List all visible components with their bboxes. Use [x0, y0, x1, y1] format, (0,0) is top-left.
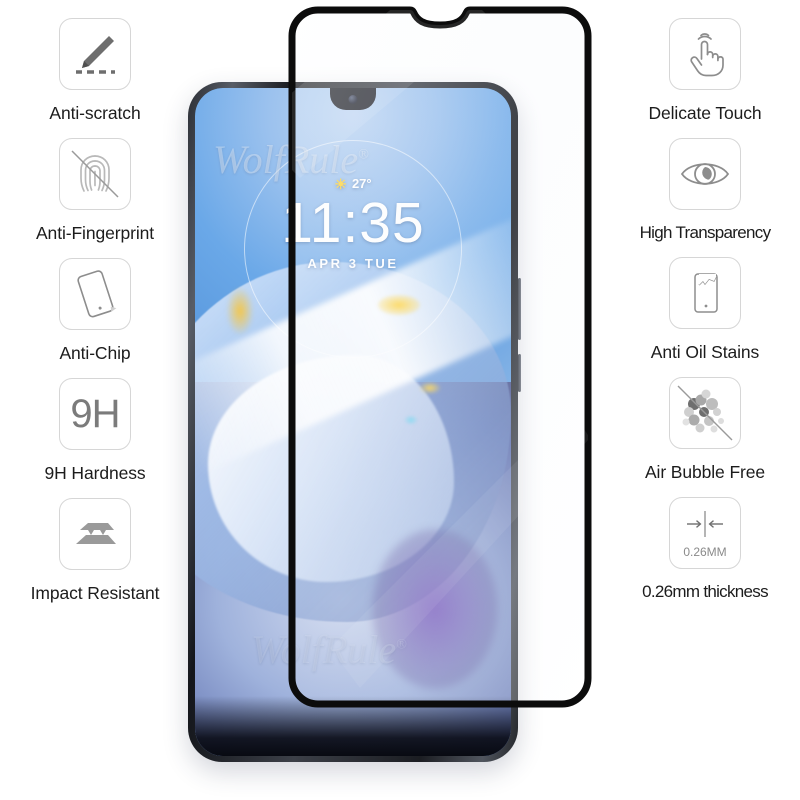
- feature-high-transparency: High Transparency: [610, 138, 800, 243]
- feature-label: Anti-scratch: [49, 103, 141, 123]
- wallpaper-yellow-accent-3: [226, 288, 253, 335]
- touch-hand-icon: [669, 18, 741, 90]
- phone-screen: ☀ 27° 11:35 APR 3 TUE WolfRule® WolfRule…: [195, 88, 511, 756]
- hardness-9h-text: 9H: [70, 392, 120, 436]
- clock-date: APR 3 TUE: [307, 255, 399, 271]
- feature-label: Anti-Chip: [59, 343, 131, 363]
- front-camera-icon: [348, 95, 358, 104]
- feature-label: Anti-Fingerprint: [35, 223, 155, 243]
- product-feature-collage: Anti-scratch Anti-Fingerprint Anti-Chip …: [0, 0, 800, 800]
- feature-delicate-touch: Delicate Touch: [610, 18, 800, 124]
- power-button[interactable]: [518, 354, 521, 392]
- wallpaper-purple-accent: [371, 528, 499, 690]
- feature-label: 9H Hardness: [44, 463, 146, 483]
- feature-label: Delicate Touch: [648, 103, 762, 123]
- feature-air-bubble-free: Air Bubble Free: [610, 377, 800, 483]
- wallpaper-bottom-fade: [195, 695, 511, 756]
- phone-device: ☀ 27° 11:35 APR 3 TUE WolfRule® WolfRule…: [188, 82, 521, 762]
- feature-label: Air Bubble Free: [644, 462, 766, 482]
- feature-anti-scratch: Anti-scratch: [0, 18, 190, 124]
- fingerprint-block-icon: [59, 138, 131, 210]
- scratch-pen-icon: [59, 18, 131, 90]
- feature-anti-chip: Anti-Chip: [0, 258, 190, 364]
- feature-label: High Transparency: [639, 223, 771, 242]
- clock-time: 11:35: [281, 191, 425, 255]
- feature-label: Anti Oil Stains: [650, 342, 760, 362]
- hardness-9h-icon: 9H: [59, 378, 131, 450]
- wallpaper-cyan-accent: [403, 415, 418, 426]
- sun-icon: ☀: [334, 175, 347, 192]
- right-feature-column: Delicate Touch High Transparency Anti Oi…: [610, 0, 800, 800]
- impact-layers-icon: [59, 498, 131, 570]
- feature-anti-oil-stains: Anti Oil Stains: [610, 257, 800, 363]
- feature-9h-hardness: 9H 9H Hardness: [0, 378, 190, 484]
- feature-impact-resistant: Impact Resistant: [0, 498, 190, 604]
- thickness-value-text: 0.26MM: [683, 545, 727, 559]
- feature-label: 0.26mm thickness: [642, 582, 768, 601]
- phone-oil-stain-icon: [669, 257, 741, 329]
- left-feature-column: Anti-scratch Anti-Fingerprint Anti-Chip …: [0, 0, 190, 800]
- thickness-arrows-icon: 0.26MM: [669, 497, 741, 569]
- phone-chip-icon: [59, 258, 131, 330]
- feature-thickness: 0.26MM 0.26mm thickness: [610, 497, 800, 602]
- feature-anti-fingerprint: Anti-Fingerprint: [0, 138, 190, 244]
- weather-temperature: 27°: [351, 176, 372, 191]
- air-bubble-block-icon: [669, 377, 741, 449]
- volume-button[interactable]: [518, 278, 521, 340]
- feature-label: Impact Resistant: [30, 583, 160, 603]
- lockscreen-clock-widget: ☀ 27° 11:35 APR 3 TUE: [195, 176, 511, 271]
- eye-icon: [669, 138, 741, 210]
- weather-widget[interactable]: ☀ 27°: [334, 176, 371, 191]
